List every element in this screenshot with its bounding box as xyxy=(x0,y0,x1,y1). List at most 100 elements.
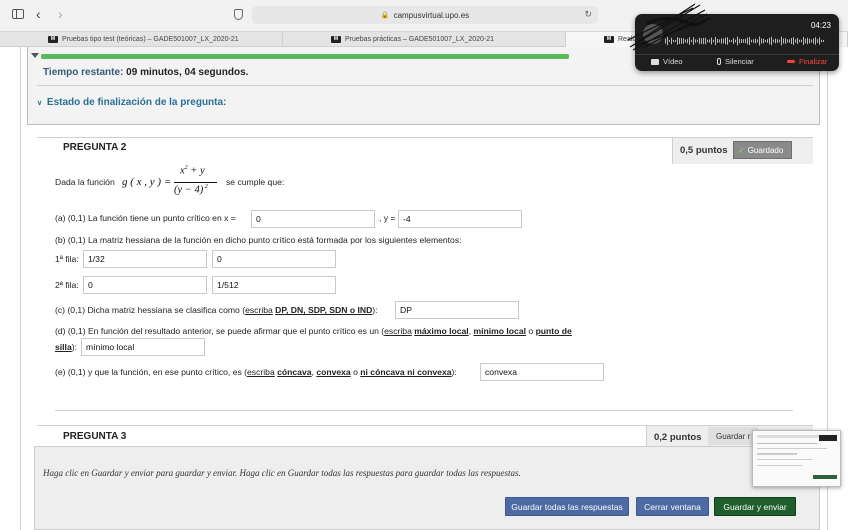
divider xyxy=(37,85,813,86)
reload-icon[interactable]: ↻ xyxy=(584,9,592,20)
wave-bar xyxy=(823,39,824,43)
sidebar-toggle-icon[interactable] xyxy=(12,9,24,19)
question-intro: Dada la función xyxy=(55,177,115,187)
wave-bar xyxy=(725,37,726,45)
hessian-row2-col1-input[interactable]: 0 xyxy=(83,276,207,294)
wave-bar xyxy=(821,39,822,43)
submit-instructions: Haga clic en Guardar y enviar para guard… xyxy=(43,468,521,478)
wave-bar xyxy=(785,38,786,44)
wave-bar xyxy=(767,39,768,43)
close-window-button[interactable]: Cerrar ventana xyxy=(636,497,709,516)
wave-bar xyxy=(781,36,782,46)
row2-label: 2ª fila: xyxy=(55,280,79,290)
address-bar[interactable]: 🔒 campusvirtual.upo.es ↻ xyxy=(252,6,598,24)
wave-bar xyxy=(787,39,788,43)
wave-bar xyxy=(815,37,816,45)
shield-icon[interactable] xyxy=(234,9,243,20)
critical-point-y-input[interactable]: -4 xyxy=(398,210,522,228)
collapse-triangle-icon[interactable] xyxy=(31,53,39,58)
wave-bar xyxy=(735,39,736,43)
critical-point-type-input[interactable]: mínimo local xyxy=(81,338,205,356)
wave-bar xyxy=(771,36,772,46)
wave-bar xyxy=(777,39,778,43)
save-status-badge: ✓ Guardado xyxy=(733,141,792,159)
divider xyxy=(635,54,839,55)
moodle-icon: M xyxy=(331,36,341,43)
save-all-button[interactable]: Guardar todas las respuestas xyxy=(505,497,629,516)
moodle-icon: M xyxy=(48,36,58,43)
part-d-label-cont: silla): xyxy=(55,342,77,352)
completion-status-toggle[interactable]: ∨ Estado de finalización de la pregunta: xyxy=(37,97,226,108)
forward-icon[interactable]: › xyxy=(58,6,63,22)
wave-bar xyxy=(755,38,756,44)
wave-bar xyxy=(757,39,758,43)
tab-pruebas-practicas[interactable]: M Pruebas prácticas – GADE501007_LX_2020… xyxy=(283,32,566,47)
camera-icon xyxy=(651,58,659,65)
question-title: PREGUNTA 2 xyxy=(63,142,127,153)
wave-bar xyxy=(779,39,780,43)
part-a-label: (a) (0,1) La función tiene un punto crít… xyxy=(55,213,236,223)
wave-bar xyxy=(775,38,776,44)
hang-up-icon xyxy=(787,60,795,63)
hessian-row1-col2-input[interactable]: 0 xyxy=(212,250,336,268)
wave-bar xyxy=(723,38,724,44)
critical-point-x-input[interactable]: 0 xyxy=(251,210,375,228)
part-c-label: (c) (0,1) Dicha matriz hessiana se clasi… xyxy=(55,305,378,315)
lock-icon: 🔒 xyxy=(380,12,390,19)
wave-bar xyxy=(817,39,818,43)
left-border xyxy=(20,47,21,530)
wave-bar xyxy=(743,39,744,43)
hessian-row1-col1-input[interactable]: 1/32 xyxy=(83,250,207,268)
points-label: 0,5 puntos xyxy=(680,145,728,156)
wave-bar xyxy=(751,39,752,43)
wave-bar xyxy=(791,37,792,45)
video-button[interactable]: Vídeo xyxy=(651,57,683,66)
wave-bar xyxy=(729,39,730,43)
part-e-label: (e) (0,1) y que la función, en ese punto… xyxy=(55,367,457,377)
wave-bar xyxy=(727,37,728,45)
wave-bar xyxy=(759,36,760,46)
moodle-icon: M xyxy=(604,36,614,43)
wave-bar xyxy=(731,39,732,43)
wave-bar xyxy=(741,39,742,43)
wave-bar xyxy=(789,39,790,43)
check-icon: ✓ xyxy=(738,145,745,155)
wave-bar xyxy=(807,37,808,45)
wave-bar xyxy=(719,39,720,43)
part-b-label: (b) (0,1) La matriz hessiana de la funci… xyxy=(55,235,462,245)
url-text: campusvirtual.upo.es xyxy=(393,10,470,20)
wave-bar xyxy=(783,38,784,44)
wave-bar xyxy=(805,38,806,44)
wave-bar xyxy=(803,36,804,46)
time-remaining-value: 09 minutos, 04 segundos. xyxy=(126,67,249,78)
wave-bar xyxy=(745,38,746,44)
mute-button[interactable]: Silenciar xyxy=(717,57,754,66)
wave-bar xyxy=(801,39,802,43)
wave-bar xyxy=(765,39,766,43)
microphone-icon xyxy=(717,58,721,65)
wave-bar xyxy=(809,38,810,44)
wave-bar xyxy=(813,38,814,44)
back-icon[interactable]: ‹ xyxy=(36,6,41,22)
hessian-classification-input[interactable]: DP xyxy=(395,301,519,319)
redaction-scribble xyxy=(627,3,712,51)
question-intro-end: se cumple que: xyxy=(226,177,285,187)
hessian-row2-col2-input[interactable]: 1/512 xyxy=(212,276,336,294)
part-a-y-label: , y = xyxy=(379,213,396,223)
concavity-input[interactable]: convexa xyxy=(480,363,604,381)
wave-bar xyxy=(799,39,800,43)
wave-bar xyxy=(733,38,734,44)
submit-panel xyxy=(34,446,820,530)
end-call-button[interactable]: Finalizar xyxy=(787,57,827,66)
wave-bar xyxy=(737,36,738,46)
function-formula: g ( x , y ) = x2 + y (y − 4) 2 xyxy=(120,165,220,201)
tab-pruebas-teoricas[interactable]: M Pruebas tipo test (teóricas) – GADE501… xyxy=(0,32,283,47)
part-d-label: (d) (0,1) En función del resultado anter… xyxy=(55,326,572,336)
screenshot-thumbnail[interactable] xyxy=(752,430,841,487)
wave-bar xyxy=(749,36,750,46)
wave-bar xyxy=(739,38,740,44)
time-progress-fill xyxy=(41,54,569,59)
save-and-submit-button[interactable]: Guardar y enviar xyxy=(714,497,796,516)
wave-bar xyxy=(819,37,820,45)
wave-bar xyxy=(715,36,716,46)
